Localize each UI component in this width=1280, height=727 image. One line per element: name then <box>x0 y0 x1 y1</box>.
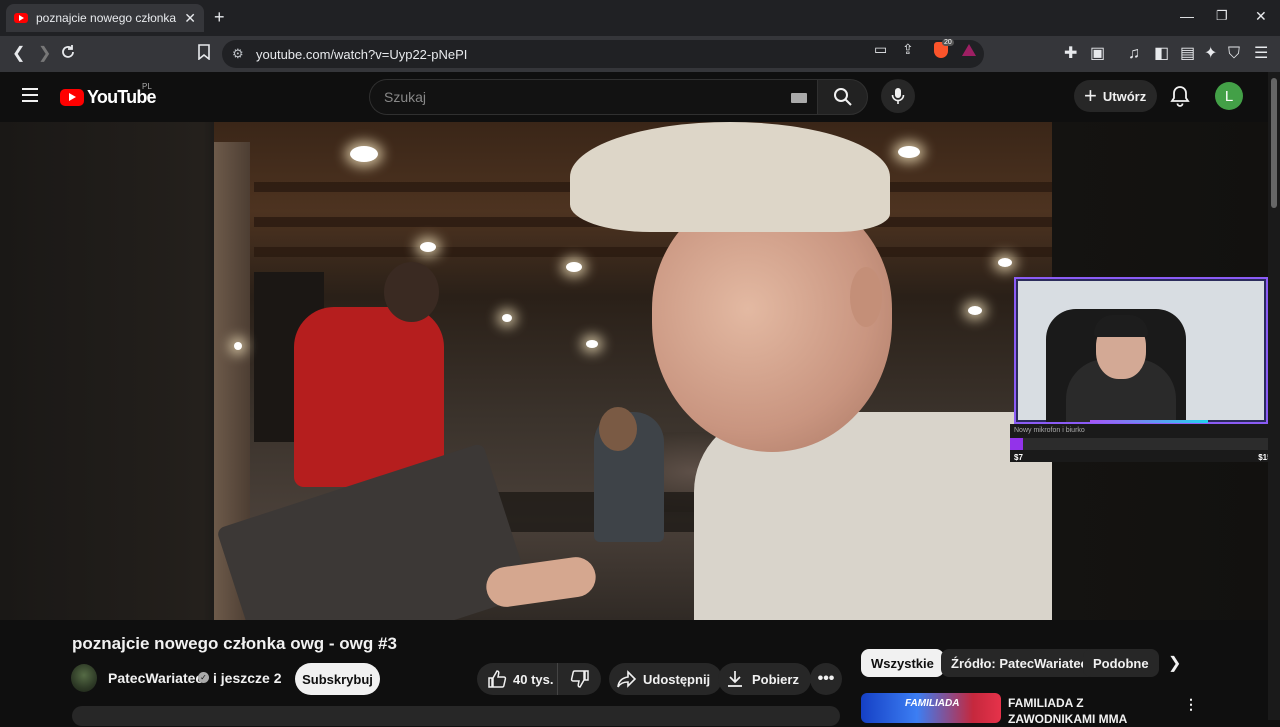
new-tab-button[interactable]: + <box>214 8 225 26</box>
search-box <box>369 79 817 115</box>
share-icon <box>617 670 637 688</box>
close-tab-icon[interactable]: ✕ <box>184 10 196 27</box>
leo-ai-icon[interactable]: ✦ <box>1204 44 1217 64</box>
collab-channels-link[interactable]: i jeszcze 2 <box>213 670 282 686</box>
shields-count-badge: 20 <box>942 39 954 46</box>
recommended-menu-icon[interactable]: ⋮ <box>1184 696 1198 713</box>
donation-goal-widget: Nowy mikrofon i biurko $7 $150 <box>1010 424 1278 462</box>
forward-icon[interactable]: ❯ <box>38 44 51 64</box>
search-icon <box>833 88 852 106</box>
country-code: PL <box>142 82 152 91</box>
sidebar-icon[interactable]: ◧ <box>1154 44 1169 64</box>
like-button[interactable]: 40 tys. <box>477 663 558 695</box>
download-label: Pobierz <box>752 671 799 687</box>
video-title: poznajcie nowego członka owg - owg #3 <box>72 634 397 653</box>
video-frame[interactable] <box>214 122 1052 620</box>
goal-label: Nowy mikrofon i biurko <box>1014 427 1085 434</box>
reload-icon[interactable] <box>60 44 76 66</box>
youtube-header: YouTube PL + Utwórz L <box>0 72 1280 122</box>
browser-toolbar: ❮ ❯ ⚙ youtube.com/watch?v=Uyp22-pNePI ▭ … <box>0 36 1280 72</box>
bookmark-icon[interactable] <box>198 44 210 66</box>
extensions-icon[interactable]: ✚ <box>1064 44 1077 64</box>
chip-from-channel[interactable]: Źródło: PatecWariatec <box>941 649 1098 677</box>
youtube-play-icon <box>60 89 84 106</box>
browser-tab-strip: poznajcie nowego członka owg ✕ + — ❐ ✕ <box>0 0 1280 36</box>
more-actions-button[interactable]: ••• <box>810 663 842 695</box>
download-icon <box>728 671 742 687</box>
scrollbar-thumb[interactable] <box>1271 78 1277 208</box>
channel-name[interactable]: PatecWariatec <box>108 670 203 686</box>
voice-search-button[interactable] <box>881 79 915 113</box>
guide-menu-icon[interactable] <box>22 88 38 102</box>
wallet-icon[interactable]: ▤ <box>1180 44 1195 64</box>
brave-rewards-icon[interactable] <box>962 44 976 56</box>
chip-related[interactable]: Podobne <box>1083 649 1159 677</box>
chevron-right-icon[interactable]: ❯ <box>1168 653 1181 673</box>
search-button[interactable] <box>817 79 868 115</box>
download-button[interactable]: Pobierz <box>718 663 811 695</box>
recommended-thumbnail[interactable]: FAMILIADA <box>861 693 1001 723</box>
tab-title: poznajcie nowego członka owg <box>36 11 178 25</box>
description-box[interactable] <box>72 706 840 726</box>
keyboard-icon[interactable] <box>791 93 807 103</box>
goal-progress-track: $7 $150 <box>1010 438 1278 462</box>
goal-progress-fill <box>1010 438 1023 450</box>
webcam-accent-bar <box>1090 420 1208 423</box>
youtube-favicon-icon <box>14 13 28 23</box>
like-dislike-group: 40 tys. <box>477 663 601 695</box>
thumbnail-text: FAMILIADA <box>905 698 960 709</box>
vpn-icon[interactable]: ⛉ <box>1228 44 1240 64</box>
share-page-icon[interactable]: ⇪ <box>902 41 914 58</box>
account-avatar[interactable]: L <box>1215 82 1243 110</box>
close-window-icon[interactable]: ✕ <box>1255 8 1267 25</box>
verified-icon: ✓ <box>198 672 209 683</box>
dislike-button[interactable] <box>558 663 601 695</box>
cast-icon[interactable]: ▭ <box>874 41 887 58</box>
chip-all[interactable]: Wszystkie <box>861 649 944 677</box>
create-label: Utwórz <box>1102 88 1147 104</box>
subscribe-button[interactable]: Subskrybuj <box>295 663 380 695</box>
channel-avatar[interactable] <box>71 664 97 692</box>
thumbs-up-icon <box>488 670 507 688</box>
reader-icon[interactable]: ▣ <box>1090 44 1105 64</box>
browser-tab[interactable]: poznajcie nowego członka owg ✕ <box>6 4 204 32</box>
browser-menu-icon[interactable]: ☰ <box>1254 44 1268 64</box>
share-label: Udostępnij <box>643 671 711 687</box>
notifications-icon[interactable] <box>1170 85 1190 112</box>
maximize-window-icon[interactable]: ❐ <box>1216 8 1228 24</box>
back-icon[interactable]: ❮ <box>12 44 25 64</box>
minimize-window-icon[interactable]: — <box>1180 8 1194 24</box>
goal-current: $7 <box>1014 453 1023 462</box>
thumbs-down-icon <box>570 670 589 688</box>
site-settings-icon[interactable]: ⚙ <box>232 46 244 62</box>
url-text: youtube.com/watch?v=Uyp22-pNePI <box>256 46 468 62</box>
create-button[interactable]: + Utwórz <box>1074 80 1157 112</box>
like-count: 40 tys. <box>513 671 554 687</box>
share-button[interactable]: Udostępnij <box>609 663 723 695</box>
plus-icon: + <box>1084 83 1097 108</box>
address-bar[interactable]: ⚙ youtube.com/watch?v=Uyp22-pNePI <box>222 40 984 68</box>
search-input[interactable] <box>384 89 764 105</box>
streamer-webcam <box>1014 277 1268 424</box>
media-icon[interactable]: ♫ <box>1128 44 1140 64</box>
recommended-title[interactable]: FAMILIADA Z ZAWODNIKAMI MMA <box>1008 695 1168 727</box>
microphone-icon <box>891 88 905 104</box>
